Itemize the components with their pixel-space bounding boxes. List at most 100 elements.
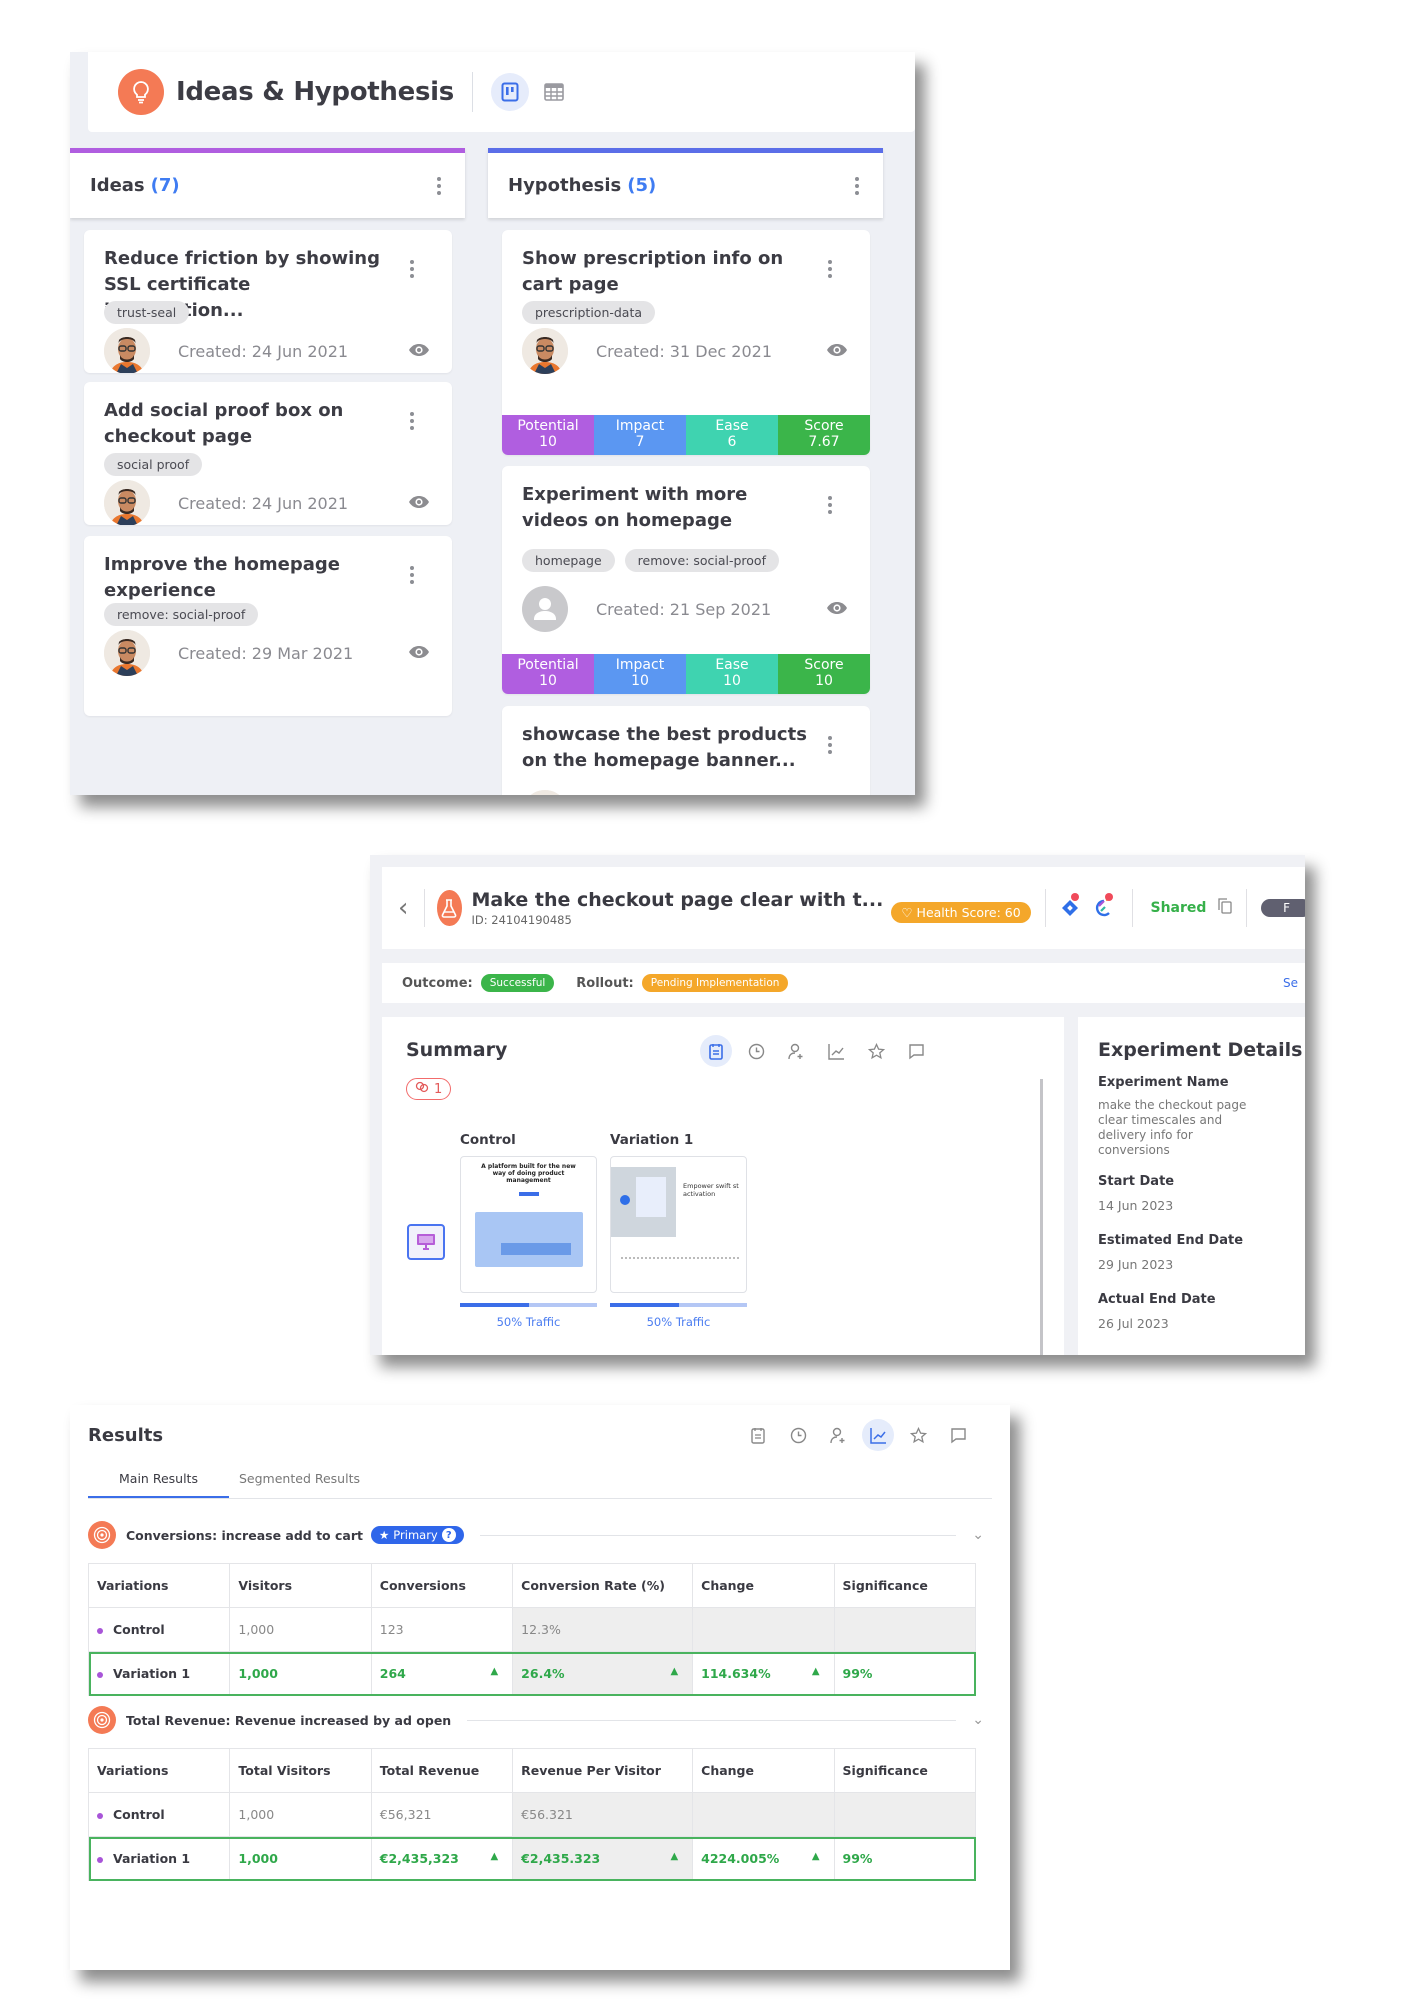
variant-1[interactable]: Variation 1 Empower swift st activation …: [610, 1132, 747, 1329]
hypothesis-card[interactable]: showcase the best products on the homepa…: [502, 706, 870, 795]
star-icon: ★: [378, 1528, 390, 1542]
user-add-icon[interactable]: [780, 1035, 812, 1067]
clock-icon[interactable]: [740, 1035, 772, 1067]
goals-count-badge[interactable]: 1: [406, 1078, 452, 1100]
eye-icon[interactable]: [408, 494, 430, 513]
idea-card[interactable]: Improve the homepage experience remove: …: [84, 536, 452, 716]
ideas-column-header: Ideas (7): [70, 148, 465, 218]
integration-link-button[interactable]: [1092, 893, 1114, 923]
results-toolbar: [742, 1419, 974, 1451]
card-menu-button[interactable]: [406, 566, 418, 584]
comment-icon[interactable]: [900, 1035, 932, 1067]
star-icon[interactable]: [860, 1035, 892, 1067]
created-date: Created: 24 Jun 2021: [178, 493, 349, 513]
desktop-device-button[interactable]: [407, 1224, 445, 1260]
lightbulb-icon: [118, 69, 164, 115]
summary-title: Summary: [406, 1039, 508, 1061]
avatar: [104, 480, 150, 525]
variation-name: Variation 1: [87, 1651, 231, 1696]
column-header: Conversions: [370, 1563, 514, 1608]
idea-card[interactable]: Reduce friction by showing SSL certifica…: [84, 230, 452, 373]
table-row: Control 1,000 123 12.3%: [87, 1607, 977, 1652]
copy-icon[interactable]: [1218, 898, 1233, 918]
cell: 4224.005% ▲: [692, 1836, 835, 1881]
up-arrow-icon: ▲: [811, 1666, 820, 1677]
divider: [471, 72, 473, 112]
goal-header[interactable]: Total Revenue: Revenue increased by ad o…: [88, 1705, 994, 1735]
user-add-icon[interactable]: [822, 1419, 854, 1451]
control-screenshot-thumbnail[interactable]: A platform built for the new way of doin…: [460, 1156, 597, 1293]
detail-value: 14 Jun 2023: [1098, 1198, 1174, 1213]
board-view-button[interactable]: [490, 73, 529, 111]
notes-icon[interactable]: [742, 1419, 774, 1451]
card-menu-button[interactable]: [824, 260, 836, 278]
eye-icon[interactable]: [826, 342, 848, 361]
cell: 12.3%: [512, 1607, 694, 1652]
variant-label: Variation 1: [610, 1132, 694, 1148]
avatar: [104, 630, 150, 676]
eye-icon[interactable]: [408, 644, 430, 663]
tag: remove: social-proof: [624, 549, 779, 572]
eye-icon[interactable]: [826, 600, 848, 619]
results-title: Results: [88, 1425, 164, 1446]
chevron-down-icon[interactable]: ⌄: [972, 1712, 984, 1728]
variation-name: Control: [87, 1792, 231, 1837]
back-button[interactable]: ‹: [382, 893, 424, 923]
up-arrow-icon: ▲: [670, 1851, 679, 1862]
impact-score: Impact 7: [594, 415, 686, 455]
star-icon[interactable]: [902, 1419, 934, 1451]
column-count: (7): [150, 175, 180, 196]
variation-screenshot-thumbnail[interactable]: Empower swift st activation: [610, 1156, 747, 1293]
created-date: Created: 31 Dec 2021: [596, 341, 773, 361]
clock-icon[interactable]: [782, 1419, 814, 1451]
column-header: Change: [692, 1563, 835, 1608]
help-icon[interactable]: ?: [441, 1528, 456, 1542]
card-menu-button[interactable]: [824, 736, 836, 754]
tag: prescription-data: [522, 301, 656, 324]
variant-control[interactable]: Control A platform built for the new way…: [460, 1132, 597, 1329]
header-action-button[interactable]: F: [1261, 899, 1305, 917]
notes-icon[interactable]: [700, 1035, 732, 1067]
results-panel: Results Main Results Segmented Results C…: [70, 1405, 1010, 1970]
status-row: Outcome: Successful Rollout: Pending Imp…: [382, 963, 1305, 1003]
eye-icon[interactable]: [408, 342, 430, 361]
see-link[interactable]: Se: [1283, 976, 1298, 990]
card-title: Add social proof box on checkout page: [104, 400, 344, 447]
card-menu-button[interactable]: [406, 412, 418, 430]
goal-header[interactable]: Conversions: increase add to cart ★ Prima…: [88, 1520, 994, 1550]
hypothesis-column-header: Hypothesis (5): [488, 148, 883, 218]
card-title: showcase the best products on the homepa…: [522, 724, 807, 771]
column-header: Conversion Rate (%): [512, 1563, 694, 1608]
table-row: Control 1,000 €56,321 €56.321: [87, 1792, 977, 1837]
health-score-badge[interactable]: ♡ Health Score: 60: [891, 901, 1031, 923]
hypothesis-card[interactable]: Experiment with more videos on homepage …: [502, 466, 870, 694]
goal-results-table: Variations Total Visitors Total Revenue …: [87, 1748, 977, 1881]
outcome-badge[interactable]: Successful: [480, 974, 555, 992]
scrollbar[interactable]: [1040, 1079, 1043, 1355]
idea-card[interactable]: Add social proof box on checkout page so…: [84, 382, 452, 525]
chevron-down-icon[interactable]: ⌄: [972, 1527, 984, 1543]
jira-integration-button[interactable]: [1059, 893, 1079, 923]
comment-icon[interactable]: [942, 1419, 974, 1451]
tab-segmented-results[interactable]: Segmented Results: [229, 1463, 370, 1498]
table-row-winner: Variation 1 1,000 264 ▲ 26.4% ▲ 114.634% ▲ …: [87, 1651, 977, 1696]
table-view-button[interactable]: [535, 73, 573, 111]
cell: [692, 1792, 835, 1837]
rollout-badge[interactable]: Pending Implementation: [641, 974, 789, 992]
potential-score: Potential 10: [502, 654, 594, 694]
column-menu-button[interactable]: [433, 176, 445, 195]
chart-icon[interactable]: [820, 1035, 852, 1067]
column-header: Change: [692, 1748, 835, 1793]
column-menu-button[interactable]: [851, 176, 863, 195]
card-menu-button[interactable]: [406, 260, 418, 278]
card-menu-button[interactable]: [824, 496, 836, 514]
jira-icon: [1061, 900, 1078, 916]
column-header: Significance: [833, 1563, 977, 1608]
detail-label: Estimated End Date: [1098, 1233, 1244, 1248]
potential-score: Potential 10: [502, 415, 594, 455]
hypothesis-card[interactable]: Show prescription info on cart page pres…: [502, 230, 870, 455]
cell: 1,000: [229, 1836, 372, 1881]
tab-main-results[interactable]: Main Results: [88, 1463, 229, 1498]
table-row-winner: Variation 1 1,000 €2,435,323 ▲ €2,435.323…: [87, 1836, 977, 1881]
chart-icon[interactable]: [862, 1419, 894, 1451]
